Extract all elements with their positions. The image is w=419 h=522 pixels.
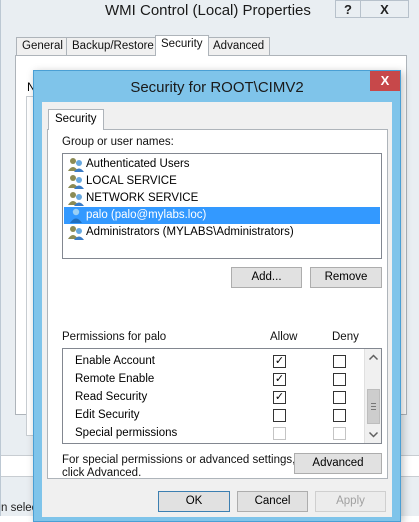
permissions-list[interactable]: Enable Account ✓ Remote Enable ✓ Read Se… — [62, 348, 382, 444]
tab-general[interactable]: General — [16, 37, 69, 55]
users-list[interactable]: Authenticated Users LOCAL SERVICE NETWOR… — [62, 153, 382, 259]
user-name: Administrators (MYLABS\Administrators) — [86, 226, 294, 238]
wmi-window-title: WMI Control (Local) Properties — [105, 2, 311, 19]
list-item[interactable]: Administrators (MYLABS\Administrators) — [64, 224, 380, 241]
list-item[interactable]: NETWORK SERVICE — [64, 190, 380, 207]
user-group-icon — [68, 175, 84, 189]
dialog-title: Security for ROOT\CIMV2 — [130, 79, 304, 96]
status-text: n selec — [1, 502, 38, 514]
deny-checkbox[interactable] — [333, 373, 346, 386]
permission-name: Remote Enable — [75, 373, 155, 385]
user-name: NETWORK SERVICE — [86, 192, 199, 204]
permissions-label: Permissions for palo — [62, 331, 167, 343]
permission-row: Read Security ✓ — [63, 389, 365, 407]
security-dialog: Security for ROOT\CIMV2 X Security Group… — [33, 70, 401, 522]
deny-checkbox — [333, 427, 346, 440]
allow-column-header: Allow — [270, 331, 298, 343]
grip-line — [371, 403, 376, 404]
list-item-selected[interactable]: palo (palo@mylabs.loc) — [64, 207, 380, 224]
tab-security-dialog[interactable]: Security — [48, 109, 104, 130]
security-tab-panel: Group or user names: Authenticated Users… — [47, 129, 388, 479]
grip-line — [371, 409, 376, 410]
permission-name: Enable Account — [75, 355, 155, 367]
allow-checkbox[interactable]: ✓ — [273, 355, 286, 368]
list-item[interactable]: LOCAL SERVICE — [64, 173, 380, 190]
scroll-down-arrow-icon[interactable] — [365, 426, 382, 443]
scroll-up-arrow-icon[interactable] — [365, 349, 382, 366]
deny-column-header: Deny — [332, 331, 359, 343]
deny-checkbox[interactable] — [333, 409, 346, 422]
group-names-label: Group or user names: — [62, 136, 174, 148]
permissions-scrollbar[interactable] — [364, 349, 381, 443]
tab-security[interactable]: Security — [155, 35, 209, 56]
help-button[interactable]: ? — [335, 0, 361, 18]
tab-backup-restore[interactable]: Backup/Restore — [66, 37, 160, 55]
permission-row: Edit Security — [63, 407, 365, 425]
allow-checkbox[interactable]: ✓ — [273, 391, 286, 404]
user-name: Authenticated Users — [86, 158, 190, 170]
allow-checkbox[interactable]: ✓ — [273, 373, 286, 386]
dialog-client-area: Security Group or user names: Authentica… — [42, 102, 392, 517]
user-name: palo (palo@mylabs.loc) — [86, 209, 207, 221]
allow-checkbox — [273, 427, 286, 440]
single-user-icon — [70, 208, 82, 223]
dialog-close-button[interactable]: X — [370, 71, 400, 91]
user-group-icon — [68, 192, 84, 206]
dialog-titlebar[interactable]: Security for ROOT\CIMV2 X — [34, 71, 400, 102]
tab-advanced[interactable]: Advanced — [207, 37, 271, 55]
permission-name: Read Security — [75, 391, 148, 403]
wmi-titlebar[interactable]: WMI Control (Local) Properties ? X — [1, 0, 419, 26]
deny-checkbox[interactable] — [333, 391, 346, 404]
grip-line — [371, 406, 376, 407]
permission-name: Edit Security — [75, 409, 140, 421]
user-group-icon — [68, 158, 84, 172]
allow-checkbox[interactable] — [273, 409, 286, 422]
cancel-button[interactable]: Cancel — [237, 491, 308, 512]
scrollbar-thumb[interactable] — [367, 389, 380, 424]
wmi-close-button[interactable]: X — [361, 0, 409, 18]
list-item[interactable]: Authenticated Users — [64, 156, 380, 173]
remove-button[interactable]: Remove — [310, 267, 382, 288]
permission-row: Remote Enable ✓ — [63, 371, 365, 389]
advanced-button[interactable]: Advanced — [294, 453, 382, 474]
permission-name: Special permissions — [75, 427, 178, 439]
special-permissions-text-line2: click Advanced. — [62, 467, 142, 479]
special-permissions-text-line1: For special permissions or advanced sett… — [62, 454, 296, 466]
add-button[interactable]: Add... — [231, 267, 302, 288]
permission-row: Enable Account ✓ — [63, 353, 365, 371]
deny-checkbox[interactable] — [333, 355, 346, 368]
user-group-icon — [68, 226, 84, 240]
user-name: LOCAL SERVICE — [86, 175, 177, 187]
apply-button: Apply — [315, 491, 386, 512]
ok-button[interactable]: OK — [158, 491, 230, 512]
permission-row: Special permissions — [63, 425, 365, 443]
